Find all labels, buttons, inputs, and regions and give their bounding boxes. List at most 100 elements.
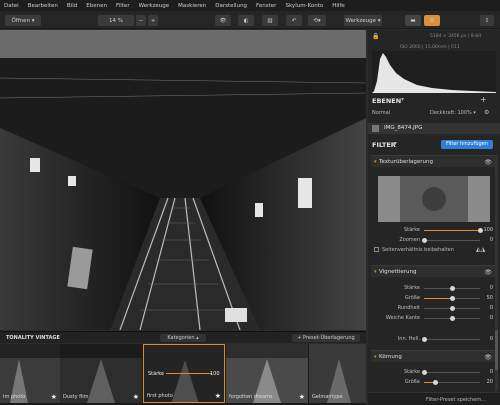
- texture-strength-slider[interactable]: Stärke 100: [368, 227, 493, 235]
- slider-knob[interactable]: [421, 370, 427, 375]
- preset-thumb[interactable]: Gelmantype: [309, 344, 366, 403]
- slider-value: 0: [489, 369, 493, 375]
- star-icon[interactable]: ★: [51, 393, 57, 401]
- menu-skylum-konto[interactable]: Skylum-Konto: [285, 3, 323, 9]
- grain-strength-slider[interactable]: Stärke 0: [368, 369, 493, 377]
- slider-track[interactable]: [424, 286, 480, 291]
- preset-overlay-button[interactable]: + Preset-Überlagerung: [292, 334, 360, 342]
- zoom-out-button[interactable]: −: [136, 15, 146, 26]
- lock-icon[interactable]: 🔒: [372, 33, 379, 40]
- zoom-value[interactable]: 14 %: [98, 15, 134, 26]
- gear-icon[interactable]: ⚙: [484, 109, 489, 116]
- preset-group-title: TONALITY VINTAGE: [6, 335, 60, 341]
- image-dimensions: 5184 × 3456 px | 8-bit: [430, 34, 482, 39]
- opacity-select[interactable]: Deckkraft: 100% ▾: [430, 110, 476, 116]
- menu-maskieren[interactable]: Maskieren: [178, 3, 206, 9]
- menu-filter[interactable]: Filter: [116, 3, 130, 9]
- slider-track[interactable]: [424, 306, 480, 311]
- slider-track[interactable]: [424, 296, 480, 301]
- chevron-down-icon[interactable]: ▾: [374, 354, 377, 360]
- slider-knob[interactable]: [421, 337, 427, 342]
- grain-size-slider[interactable]: Größe 20: [368, 379, 493, 387]
- share-icon[interactable]: ⇪: [480, 15, 494, 26]
- right-panel: 🔒 5184 × 3456 px | 8-bit ISO 2000 | 15.0…: [368, 30, 500, 405]
- star-icon[interactable]: ★: [215, 392, 221, 400]
- flip-icon[interactable]: ◭◮: [476, 246, 485, 253]
- add-layer-icon[interactable]: +: [480, 95, 487, 104]
- scrollbar-thumb[interactable]: [495, 330, 498, 370]
- preset-thumb-selected[interactable]: Stärke 100 first photo ★: [143, 344, 225, 403]
- eye-icon[interactable]: 👁: [215, 15, 231, 26]
- slider-track[interactable]: [421, 337, 480, 342]
- menu-bar: Datei Bearbeiten Bild Ebenen Filter Werk…: [0, 0, 500, 11]
- menu-bearbeiten[interactable]: Bearbeiten: [28, 3, 58, 9]
- slider-knob[interactable]: [477, 228, 483, 233]
- slider-track[interactable]: [421, 370, 480, 375]
- preset-thumb[interactable]: Im photo ★: [0, 344, 60, 403]
- add-filter-button[interactable]: Filter hinzufügen: [441, 140, 493, 149]
- compare-toggle-icon[interactable]: ◐: [238, 15, 254, 26]
- vignette-header[interactable]: ▾ Vignettierung 👁: [371, 265, 495, 277]
- vignette-feather-slider[interactable]: Weiche Kante 0: [368, 315, 493, 323]
- chevron-down-icon[interactable]: ▾: [401, 96, 404, 103]
- slider-fill: [424, 298, 452, 299]
- slider-knob[interactable]: [432, 380, 438, 385]
- menu-werkzeuge[interactable]: Werkzeuge: [139, 3, 170, 9]
- history-icon[interactable]: ⟲▾: [308, 15, 326, 26]
- grain-header[interactable]: ▾ Körnung 👁: [371, 350, 495, 362]
- chevron-down-icon[interactable]: ▾: [374, 269, 377, 275]
- open-button[interactable]: Öffnen ▾: [5, 15, 41, 26]
- vignette-inner-light-slider[interactable]: Inn. Hell. 0: [368, 336, 493, 344]
- slider-knob[interactable]: [421, 238, 427, 243]
- vignette-strength-slider[interactable]: Stärke 0: [368, 285, 493, 293]
- star-icon[interactable]: ★: [133, 393, 139, 401]
- save-preset-button[interactable]: Filter-Preset speichern...: [426, 397, 486, 403]
- tools-dropdown[interactable]: Werkzeuge ▾: [344, 15, 382, 26]
- slider-fill: [424, 230, 480, 231]
- slider-track[interactable]: [421, 238, 480, 243]
- chevron-down-icon[interactable]: ▾: [374, 159, 377, 165]
- escalator-photo: [0, 58, 366, 330]
- menu-bild[interactable]: Bild: [67, 3, 77, 9]
- preset-thumb[interactable]: Dusty film ★: [60, 344, 142, 403]
- slider-track[interactable]: [424, 228, 483, 233]
- slider-knob[interactable]: [449, 296, 455, 301]
- canvas-area[interactable]: [0, 30, 366, 330]
- eye-icon[interactable]: 👁: [484, 354, 492, 361]
- categories-dropdown[interactable]: Kategorien ▴: [160, 334, 206, 342]
- layers-panel-icon[interactable]: ▬: [405, 15, 421, 26]
- slider-knob[interactable]: [449, 306, 455, 311]
- blend-mode-select[interactable]: Normal: [372, 110, 390, 116]
- texture-preview[interactable]: [378, 176, 490, 222]
- menu-darstellung[interactable]: Darstellung: [215, 3, 247, 9]
- eye-icon[interactable]: 👁: [484, 269, 492, 276]
- layers-title[interactable]: EBENEN: [372, 97, 401, 105]
- filters-title[interactable]: FILTER: [372, 141, 396, 149]
- eye-icon[interactable]: 👁: [484, 159, 492, 166]
- slider-knob[interactable]: [449, 316, 455, 321]
- split-view-icon[interactable]: ▥: [262, 15, 278, 26]
- texture-zoom-slider[interactable]: Zoomen 0: [368, 237, 493, 245]
- filters-panel-icon[interactable]: ☰: [424, 15, 440, 26]
- menu-fenster[interactable]: Fenster: [256, 3, 276, 9]
- photo-canvas[interactable]: [0, 58, 366, 330]
- menu-ebenen[interactable]: Ebenen: [86, 3, 107, 9]
- zoom-in-button[interactable]: +: [148, 15, 158, 26]
- layer-row[interactable]: IMG_8474.JPG: [368, 123, 500, 134]
- preset-thumb[interactable]: forgotten dreams ★: [226, 344, 308, 403]
- keep-aspect-label: Seitenverhältnis beibehalten: [382, 247, 454, 253]
- slider-track[interactable]: [424, 380, 480, 385]
- slider-label: Stärke: [403, 369, 420, 375]
- chevron-down-icon[interactable]: ▾: [394, 140, 397, 147]
- star-icon[interactable]: ★: [299, 393, 305, 401]
- slider-track[interactable]: [424, 316, 480, 321]
- menu-hilfe[interactable]: Hilfe: [332, 3, 345, 9]
- undo-icon[interactable]: ↶: [286, 15, 302, 26]
- vignette-size-slider[interactable]: Größe 50: [368, 295, 493, 303]
- texture-overlay-header[interactable]: ▾ Texturüberlagerung 👁: [371, 155, 495, 167]
- slider-knob[interactable]: [449, 286, 455, 291]
- vignette-roundness-slider[interactable]: Rundheit 0: [368, 305, 493, 313]
- preset-strength-slider[interactable]: [166, 373, 212, 374]
- menu-datei[interactable]: Datei: [4, 3, 19, 9]
- keep-aspect-checkbox[interactable]: [374, 247, 379, 252]
